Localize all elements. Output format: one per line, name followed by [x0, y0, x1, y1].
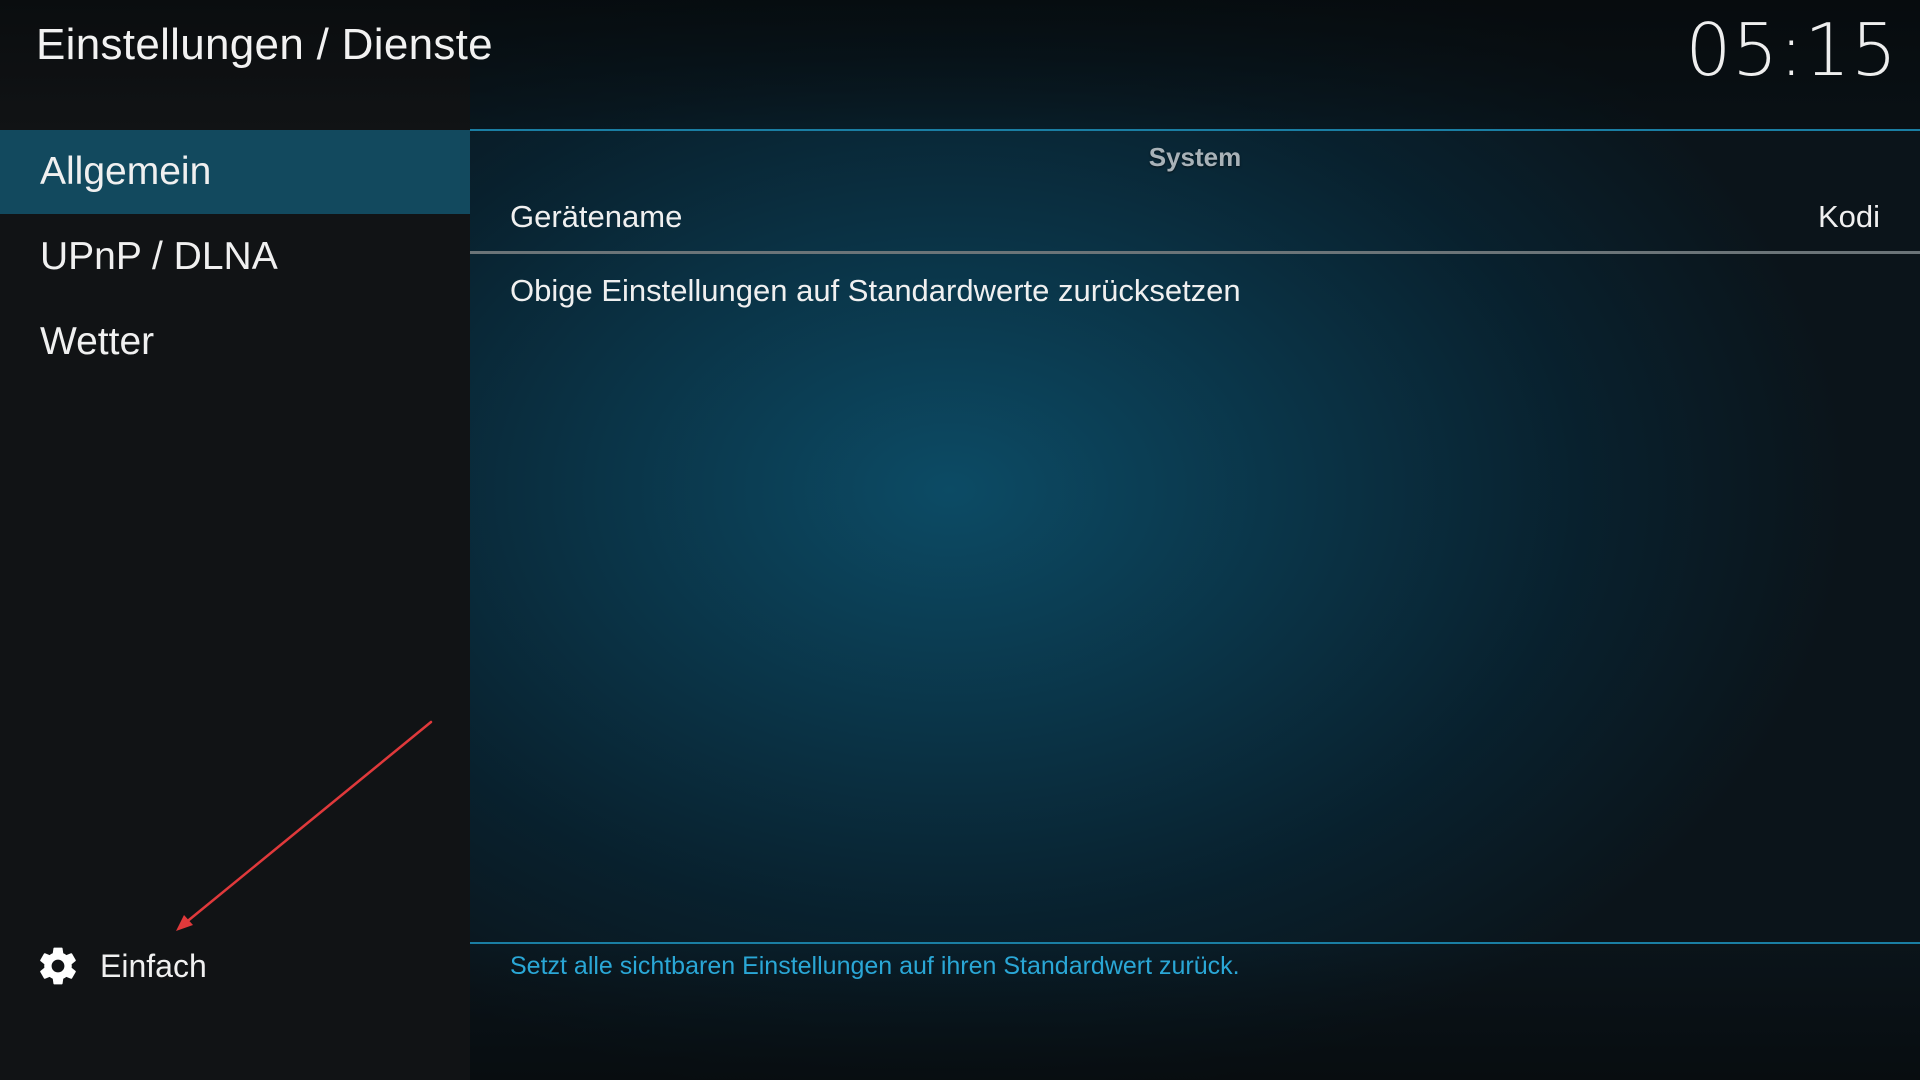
bottom-divider — [470, 942, 1920, 944]
settings-level-button[interactable]: Einfach — [36, 940, 207, 992]
setting-value: Kodi — [1817, 199, 1880, 234]
top-divider — [470, 129, 1920, 131]
sidebar-item-upnp-dlna[interactable]: UPnP / DLNA — [0, 215, 470, 299]
settings-level-label: Einfach — [100, 947, 207, 984]
kodi-settings-screen: Einstellungen / Dienste 05:15 Allgemein … — [0, 0, 1920, 1080]
sidebar-item-allgemein[interactable]: Allgemein — [0, 130, 470, 214]
setting-reset-defaults[interactable]: Obige Einstellungen auf Standardwerte zu… — [470, 262, 1920, 326]
setting-description: Setzt alle sichtbaren Einstellungen auf … — [510, 952, 1240, 980]
gear-icon — [40, 947, 76, 985]
setting-device-name[interactable]: Gerätename Kodi — [470, 186, 1920, 254]
clock: 05:15 — [1685, 8, 1898, 92]
sidebar-item-wetter[interactable]: Wetter — [0, 300, 470, 384]
section-header: System — [1148, 142, 1242, 172]
page-title: Einstellungen / Dienste — [36, 20, 493, 69]
setting-label: Obige Einstellungen auf Standardwerte zu… — [510, 273, 1241, 308]
setting-label: Gerätename — [510, 199, 683, 234]
